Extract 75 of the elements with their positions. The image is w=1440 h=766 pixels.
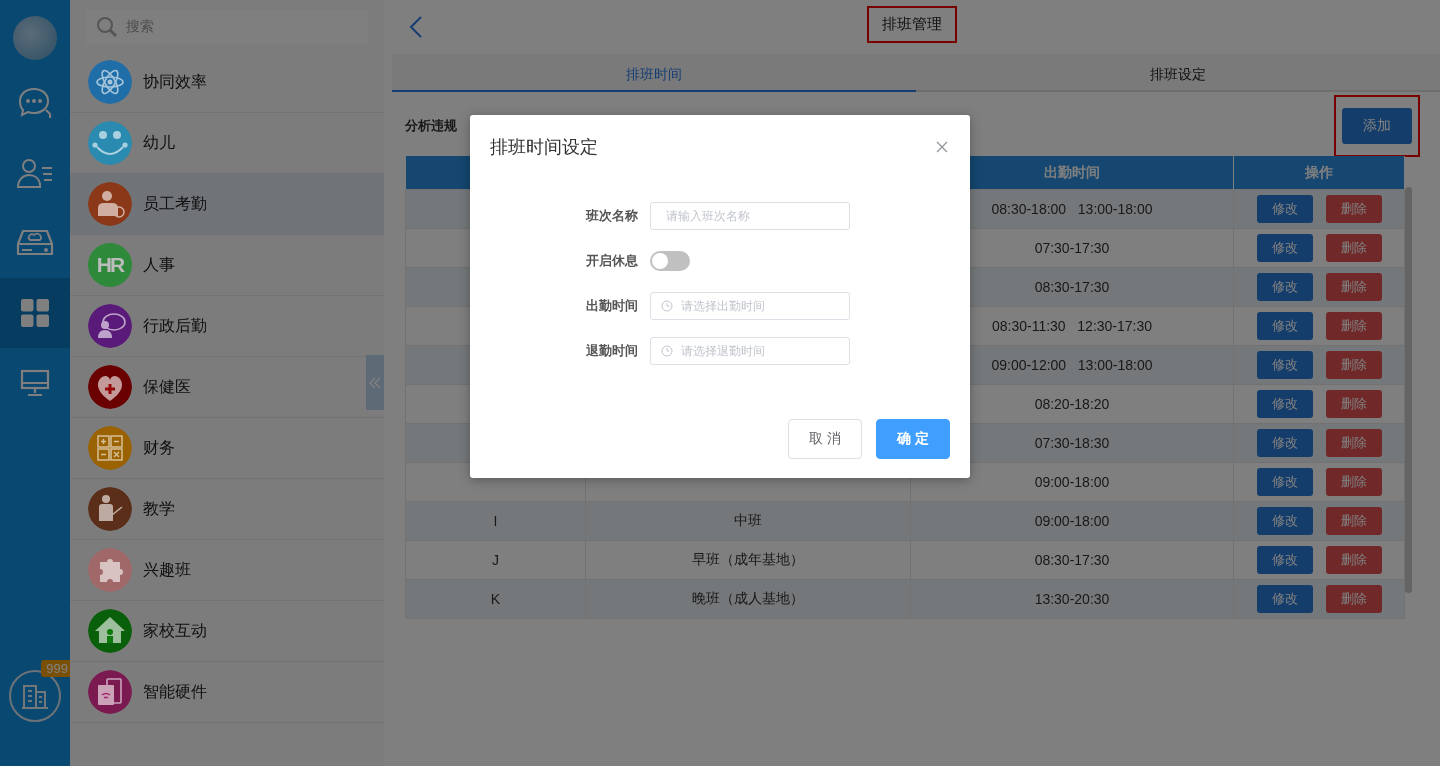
delete-button[interactable]: 删除: [1325, 351, 1382, 379]
close-icon[interactable]: [936, 141, 948, 153]
sidebar-item[interactable]: 行政后勤: [70, 296, 384, 357]
scrollbar[interactable]: [1405, 187, 1412, 593]
delete-button[interactable]: 删除: [1325, 312, 1382, 340]
page-title: 排班管理: [882, 15, 942, 32]
clock-icon: [661, 344, 673, 357]
back-icon[interactable]: [409, 15, 423, 39]
toggle-switch[interactable]: [650, 250, 690, 271]
delete-button[interactable]: 删除: [1325, 195, 1382, 223]
time-field[interactable]: 请选择出勤时间: [650, 291, 850, 320]
field-label: 开启休息: [585, 251, 638, 270]
edit-button[interactable]: 修改: [1256, 390, 1313, 418]
sidebar-item[interactable]: 员工考勤: [70, 174, 384, 235]
delete-button[interactable]: 删除: [1325, 468, 1382, 496]
edit-button[interactable]: 修改: [1256, 273, 1313, 301]
tab[interactable]: 排班时间: [392, 54, 916, 92]
delete-button[interactable]: 删除: [1325, 507, 1382, 535]
double-chevron-icon: [369, 376, 381, 389]
edit-button[interactable]: 修改: [1256, 351, 1313, 379]
contacts-icon: [17, 158, 53, 188]
delete-button[interactable]: 删除: [1325, 429, 1382, 457]
app-icon: HR: [88, 243, 132, 287]
field-label: 出勤时间: [585, 296, 638, 315]
delete-button[interactable]: 删除: [1325, 273, 1382, 301]
confirm-button[interactable]: 确 定: [876, 419, 950, 459]
delete-button[interactable]: 删除: [1325, 390, 1382, 418]
table-cell: 晚班（成人基地）: [585, 579, 911, 619]
search-icon: [96, 16, 118, 38]
add-button[interactable]: 添加: [1342, 108, 1412, 144]
sidebar-item[interactable]: 教学: [70, 479, 384, 540]
notification-badge: 999: [41, 660, 73, 677]
tab[interactable]: 排班设定: [916, 54, 1440, 92]
sidebar-item[interactable]: 智能硬件: [70, 662, 384, 723]
edit-button[interactable]: 修改: [1256, 195, 1313, 223]
dialog-title: 排班时间设定: [490, 136, 598, 159]
apps-grid-icon: [21, 299, 49, 327]
cancel-button[interactable]: 取 消: [788, 419, 862, 459]
table-cell: 09:00-18:00: [910, 501, 1234, 541]
clock-icon: [661, 299, 673, 312]
cloud-drive-icon: [16, 228, 54, 258]
table-cell: 08:30-17:30: [910, 540, 1234, 580]
field-label: 班次名称: [584, 206, 638, 225]
monitor-icon: [20, 369, 50, 397]
time-field[interactable]: 请选择退勤时间: [650, 336, 850, 365]
edit-button[interactable]: 修改: [1256, 312, 1313, 340]
building-icon: [21, 682, 49, 710]
edit-button[interactable]: 修改: [1256, 468, 1313, 496]
collapse-handle[interactable]: [366, 355, 384, 410]
sidebar-item[interactable]: 家校互动: [70, 601, 384, 662]
sidebar-item[interactable]: 协同效率: [70, 52, 384, 113]
delete-button[interactable]: 删除: [1325, 585, 1382, 613]
table-cell: J: [405, 540, 586, 580]
table-cell: 早班（成年基地）: [585, 540, 911, 580]
edit-button[interactable]: 修改: [1256, 546, 1313, 574]
delete-button[interactable]: 删除: [1325, 234, 1382, 262]
column-header: 操作: [1233, 156, 1405, 190]
chat-icon: [16, 86, 54, 120]
table-cell: 中班: [585, 501, 911, 541]
edit-button[interactable]: 修改: [1256, 429, 1313, 457]
edit-button[interactable]: 修改: [1256, 234, 1313, 262]
rail-item[interactable]: [0, 278, 70, 348]
section-label: 分析违规: [405, 117, 457, 135]
table-cell: 13:30-20:30: [910, 579, 1234, 619]
table-cell: I: [405, 501, 586, 541]
sidebar-item[interactable]: 财务: [70, 418, 384, 479]
avatar[interactable]: [13, 16, 57, 60]
sidebar-item[interactable]: HR 人事: [70, 235, 384, 296]
input-field[interactable]: 请输入班次名称: [650, 201, 850, 230]
table-cell: K: [405, 579, 586, 619]
sidebar-item[interactable]: 兴趣班: [70, 540, 384, 601]
delete-button[interactable]: 删除: [1325, 546, 1382, 574]
edit-button[interactable]: 修改: [1256, 507, 1313, 535]
edit-button[interactable]: 修改: [1256, 585, 1313, 613]
field-label: 退勤时间: [585, 341, 638, 360]
